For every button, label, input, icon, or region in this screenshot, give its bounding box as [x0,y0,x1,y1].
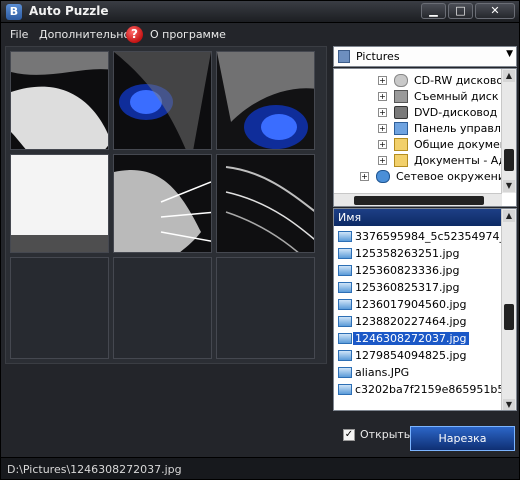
control-panel-icon [394,122,408,135]
expand-icon[interactable]: + [378,92,387,101]
file-list-item[interactable]: alians.JPG [336,364,502,381]
folder-icon [338,50,350,63]
image-file-icon [338,384,352,395]
image-file-icon [338,350,352,361]
puzzle-board[interactable] [5,46,327,364]
empty-slot[interactable] [216,257,315,359]
window-title: Auto Puzzle [29,4,109,18]
image-file-icon [338,231,352,242]
empty-slot[interactable] [10,257,109,359]
folder-icon [394,154,408,167]
image-file-icon [338,299,352,310]
folder-tree[interactable]: + CD-RW дисково... + Съемный диск (I... … [333,68,517,207]
empty-slot[interactable] [113,257,212,359]
scroll-down-icon[interactable]: ▼ [503,399,515,410]
image-file-icon [338,265,352,276]
file-list-item[interactable]: 3376595984_5c52354974_o.jpg [336,228,502,245]
image-file-icon [338,367,352,378]
file-name: 125360823336.jpg [355,264,460,277]
file-name: 1246308272037.jpg [353,332,469,345]
file-list-item[interactable]: 125360823336.jpg [336,262,502,279]
dvd-drive-icon [394,106,408,119]
tile-image [114,155,211,252]
expand-icon[interactable]: + [378,76,387,85]
tile-image [114,52,211,149]
menu-about[interactable]: О программе [150,28,226,41]
menu-file[interactable]: File [10,28,28,41]
folder-icon [394,138,408,151]
tile-image [217,155,314,252]
expand-icon[interactable]: + [378,140,387,149]
maximize-button[interactable]: □ [448,3,473,19]
help-icon[interactable]: ? [126,26,143,43]
tile-image [11,155,108,252]
status-path: D:\Pictures\1246308272037.jpg [7,463,182,476]
minimize-button[interactable]: ▁ [421,3,446,19]
app-icon: B [6,4,22,20]
puzzle-tile[interactable] [113,154,212,253]
cut-button[interactable]: Нарезка [410,426,515,451]
tile-image [217,52,314,149]
open-checkbox[interactable]: ✓ [343,429,355,441]
expand-icon[interactable]: + [360,172,369,181]
app-window: B Auto Puzzle ▁ □ ✕ File Дополнительно ?… [0,0,520,480]
status-bar: D:\Pictures\1246308272037.jpg [1,457,519,479]
close-button[interactable]: ✕ [475,3,515,19]
scroll-down-icon[interactable]: ▼ [503,180,515,192]
puzzle-tile[interactable] [216,51,315,150]
file-list-item[interactable]: 1246308272037.jpg [336,330,502,347]
scrollbar-thumb[interactable] [504,304,514,330]
file-name: 3376595984_5c52354974_o.jpg [355,230,502,243]
cd-drive-icon [394,74,408,87]
puzzle-tile[interactable] [10,154,109,253]
menu-extra[interactable]: Дополнительно [39,28,130,41]
puzzle-tile[interactable] [10,51,109,150]
scroll-up-icon[interactable]: ▲ [503,70,515,82]
file-name: c3202ba7f2159e865951b589... [355,383,502,396]
menu-bar: File Дополнительно ? О программе [1,24,519,46]
file-list-item[interactable]: c3202ba7f2159e865951b589... [336,381,502,398]
file-list-item[interactable]: 1279854094825.jpg [336,347,502,364]
expand-icon[interactable]: + [378,156,387,165]
expand-icon[interactable]: + [378,124,387,133]
file-list[interactable]: Имя 3376595984_5c52354974_o.jpg 125358263… [333,208,517,411]
puzzle-tile[interactable] [113,51,212,150]
tile-image [11,52,108,149]
network-icon [376,170,390,183]
file-name: 125360825317.jpg [355,281,460,294]
image-file-icon [338,248,352,259]
folder-select-value: Pictures [356,50,400,63]
expand-icon[interactable]: + [378,108,387,117]
file-list-item[interactable]: 125358263251.jpg [336,245,502,262]
file-list-vertical-scrollbar[interactable]: ▲ ▼ [501,209,516,410]
scrollbar-thumb[interactable] [504,149,514,171]
image-file-icon [338,333,352,344]
scrollbar-thumb[interactable] [354,196,484,205]
folder-select[interactable]: Pictures ▼ [333,46,517,67]
puzzle-tile[interactable] [216,154,315,253]
file-name: 1236017904560.jpg [355,298,467,311]
tree-horizontal-scrollbar[interactable] [334,193,502,206]
tree-vertical-scrollbar[interactable]: ▲ ▼ [501,69,516,193]
file-list-item[interactable]: 125360825317.jpg [336,279,502,296]
image-file-icon [338,316,352,327]
file-name: 125358263251.jpg [355,247,460,260]
file-list-item[interactable]: 1238820227464.jpg [336,313,502,330]
file-name: 1238820227464.jpg [355,315,467,328]
open-checkbox-label[interactable]: Открыть [360,428,410,441]
file-name: 1279854094825.jpg [355,349,467,362]
removable-drive-icon [394,90,408,103]
title-bar[interactable]: B Auto Puzzle ▁ □ ✕ [1,1,519,23]
column-header-name[interactable]: Имя [334,209,502,226]
file-name: alians.JPG [355,366,410,379]
scroll-up-icon[interactable]: ▲ [503,210,515,222]
chevron-down-icon[interactable]: ▼ [506,49,513,59]
image-file-icon [338,282,352,293]
file-list-item[interactable]: 1236017904560.jpg [336,296,502,313]
